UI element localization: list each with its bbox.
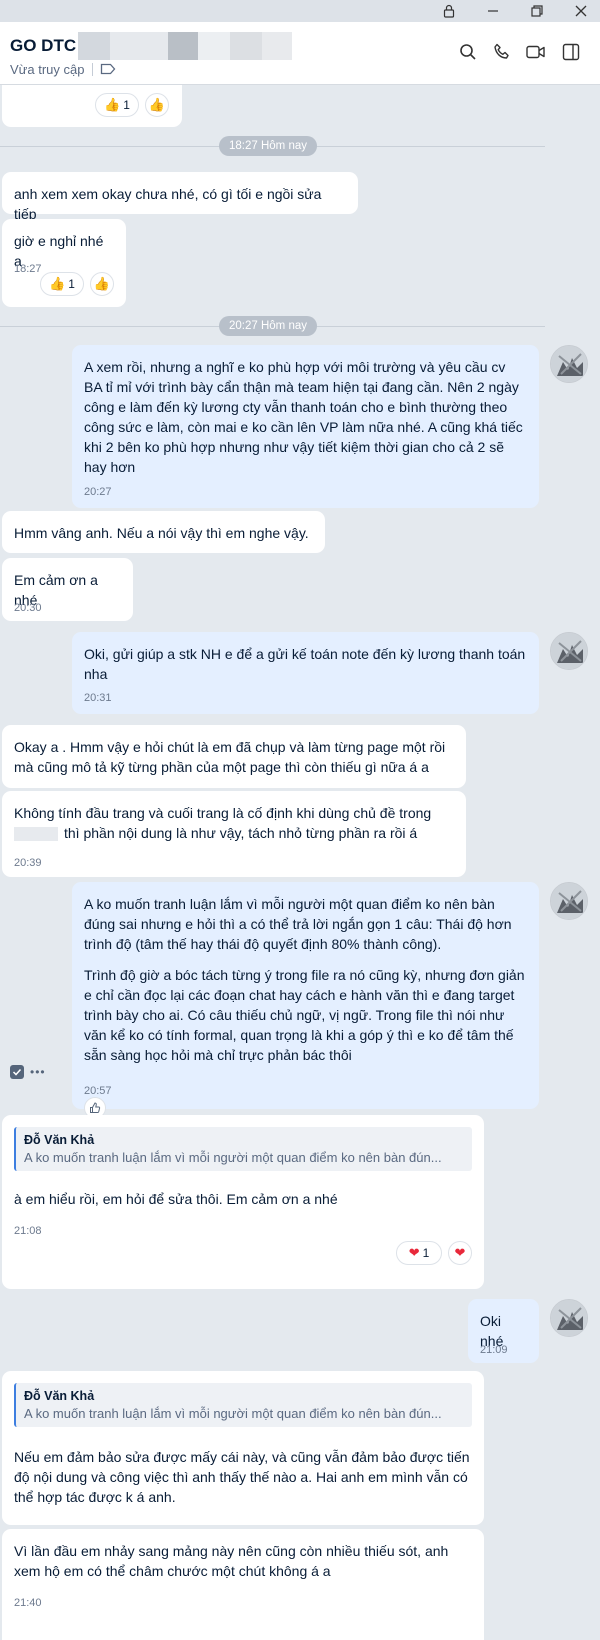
message-bubble-reply[interactable]: Đỗ Văn Khả A ko muốn tranh luận lắm vì m… [2, 1371, 484, 1525]
time-divider-label: 18:27 Hôm nay [219, 136, 317, 156]
thumbs-up-icon: 👍 [93, 276, 111, 291]
redacted-name [198, 32, 230, 60]
message-bubble-incoming[interactable]: anh xem xem okay chưa nhé, có gì tối e n… [2, 172, 358, 222]
redacted-name [262, 32, 292, 60]
reaction-count: 1 [422, 1246, 430, 1260]
message-text: Nếu em đảm bảo sửa được mấy cái này, và … [14, 1449, 470, 1505]
restore-icon[interactable] [524, 0, 550, 22]
thumbs-up-icon: 👍 [49, 276, 66, 291]
heart-icon: ❤ [408, 1245, 420, 1260]
add-reaction-button[interactable]: 👍 [90, 272, 114, 296]
thumbs-up-icon: 👍 [104, 97, 121, 112]
message-text: Okay a . Hmm vậy e hỏi chút là em đã chụ… [14, 739, 446, 775]
add-reaction-button[interactable]: 👍 [145, 93, 169, 117]
reaction-like-count[interactable]: 👍 1 [40, 272, 84, 296]
reaction-count: 1 [68, 277, 75, 291]
message-text: anh xem xem okay chưa nhé, có gì tối e n… [14, 186, 322, 222]
redacted-name [110, 32, 168, 60]
minimize-icon[interactable] [480, 0, 506, 22]
message-bubble-outgoing[interactable]: Oki nhé 21:09 [468, 1299, 539, 1363]
time-divider: 20:27 Hôm nay [0, 316, 545, 336]
message-text: Trình độ giờ a bóc tách từng ý trong fil… [84, 967, 525, 1063]
quoted-message[interactable]: Đỗ Văn Khả A ko muốn tranh luận lắm vì m… [14, 1127, 472, 1171]
thumbs-up-icon: 👍 [148, 97, 166, 112]
sidebar-icon[interactable] [559, 40, 583, 64]
header-divider [92, 63, 93, 76]
reaction-count: 1 [123, 98, 130, 112]
message-time: 21:40 [14, 1597, 42, 1609]
message-text: Vì lần đầu em nhảy sang mảng này nên cũn… [14, 1543, 449, 1579]
conversation-title[interactable]: GO DTC [10, 36, 76, 56]
message-bubble-incoming[interactable]: Hmm vâng anh. Nếu a nói vậy thì em nghe … [2, 511, 325, 553]
message-bubble-outgoing[interactable]: A xem rồi, nhưng a nghĩ e ko phù hợp với… [72, 345, 539, 508]
lock-icon[interactable] [436, 0, 462, 22]
quoted-text: A ko muốn tranh luận lắm vì mỗi người mộ… [24, 1150, 442, 1165]
reaction-like-count[interactable]: 👍 1 [95, 93, 139, 117]
message-text: A xem rồi, nhưng a nghĩ e ko phù hợp với… [84, 359, 523, 475]
close-icon[interactable] [568, 0, 594, 22]
add-reaction-button[interactable]: ❤ [448, 1241, 472, 1265]
time-divider-label: 20:27 Hôm nay [219, 316, 317, 336]
quoted-author: Đỗ Văn Khả [24, 1133, 95, 1147]
search-icon[interactable] [456, 40, 480, 64]
message-time: 20:31 [84, 692, 112, 704]
message-actions: ••• [10, 1062, 58, 1082]
chat-header: GO DTC Vừa truy cập [0, 22, 600, 85]
message-list[interactable]: 👍 1 👍 18:27 Hôm nay anh xem xem okay chư… [0, 85, 600, 1640]
message-bubble-incoming[interactable]: Okay a . Hmm vậy e hỏi chút là em đã chụ… [2, 725, 466, 788]
video-icon[interactable] [524, 40, 548, 64]
window-title-bar [0, 0, 600, 22]
redacted-name [168, 32, 198, 60]
message-text: thì phần nội dung là như vậy, tách nhỏ t… [64, 825, 418, 841]
avatar[interactable] [550, 1299, 588, 1337]
message-time: 21:08 [14, 1225, 42, 1237]
avatar[interactable] [550, 882, 588, 920]
more-options-button[interactable]: ••• [30, 1065, 46, 1079]
avatar[interactable] [550, 632, 588, 670]
presence-status: Vừa truy cập [10, 62, 85, 77]
message-time: 21:09 [480, 1344, 508, 1356]
tag-icon[interactable] [100, 62, 116, 81]
heart-icon: ❤ [454, 1245, 466, 1260]
quoted-text: A ko muốn tranh luận lắm vì mỗi người mộ… [24, 1406, 442, 1421]
message-time: 20:27 [84, 486, 112, 498]
message-bubble-incoming[interactable]: Em cảm ơn a nhé 20:30 [2, 558, 133, 621]
message-time: 20:39 [14, 857, 42, 869]
message-time: 20:30 [14, 602, 42, 614]
message-text: A ko muốn tranh luận lắm vì mỗi người mộ… [84, 896, 512, 952]
message-text: Hmm vâng anh. Nếu a nói vậy thì em nghe … [14, 525, 309, 541]
redacted-name [230, 32, 262, 60]
message-bubble-outgoing[interactable]: Oki, gửi giúp a stk NH e để a gửi kế toá… [72, 632, 539, 714]
message-bubble-incoming[interactable]: Không tính đầu trang và cuối trang là cố… [2, 791, 466, 877]
quoted-message[interactable]: Đỗ Văn Khả A ko muốn tranh luận lắm vì m… [14, 1383, 472, 1427]
redacted-name [78, 32, 110, 60]
message-text: Oki, gửi giúp a stk NH e để a gửi kế toá… [84, 646, 526, 682]
message-bubble-incoming[interactable]: Vì lần đầu em nhảy sang mảng này nên cũn… [2, 1529, 484, 1640]
reaction-heart-count[interactable]: ❤ 1 [396, 1241, 442, 1265]
quoted-author: Đỗ Văn Khả [24, 1389, 95, 1403]
redacted-text [14, 827, 58, 842]
avatar[interactable] [550, 345, 588, 383]
message-text: Không tính đầu trang và cuối trang là cố… [14, 805, 432, 821]
time-divider: 18:27 Hôm nay [0, 136, 545, 156]
message-text: à em hiểu rồi, em hỏi để sửa thôi. Em cả… [14, 1191, 338, 1207]
message-time: 18:27 [14, 263, 42, 275]
check-icon[interactable] [10, 1065, 24, 1079]
phone-icon[interactable] [490, 40, 514, 64]
message-bubble-outgoing[interactable]: A ko muốn tranh luận lắm vì mỗi người mộ… [72, 882, 539, 1109]
